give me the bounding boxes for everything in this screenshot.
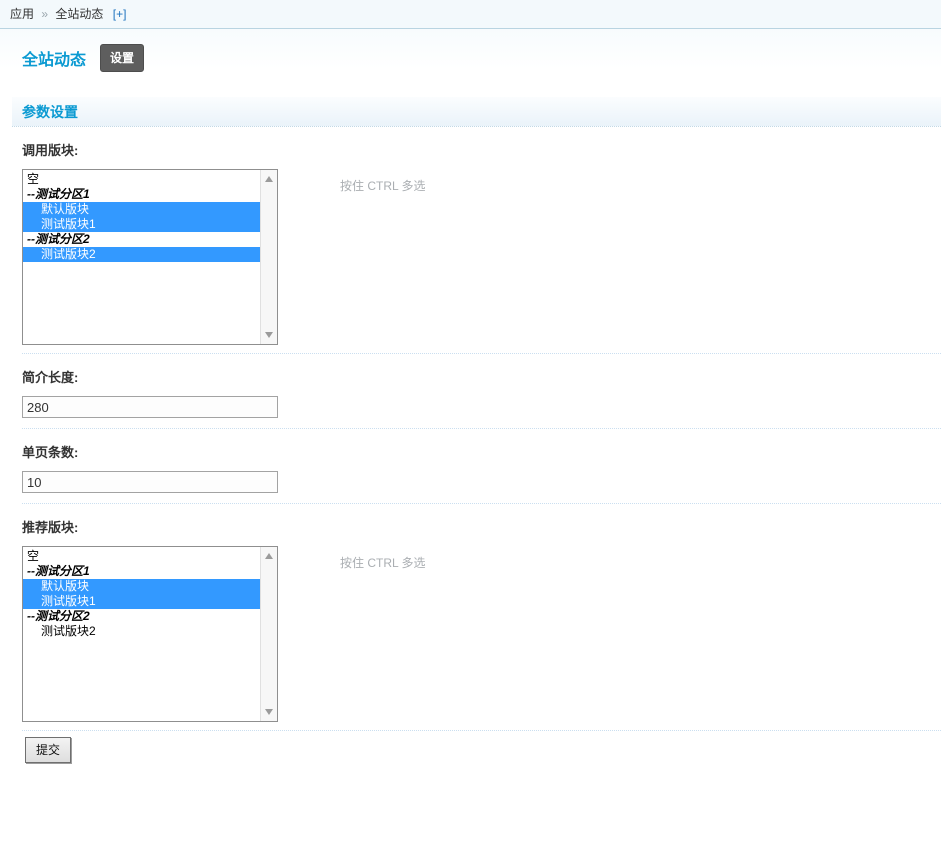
recommend-forums-label: 推荐版块: [22,520,79,535]
scroll-down-icon[interactable] [265,709,273,715]
breadcrumb: 应用 » 全站动态 [+] [0,0,941,29]
submit-row: 提交 [25,731,941,763]
submit-button[interactable]: 提交 [25,737,72,763]
form-row-recommend-forums: 推荐版块: 空 --测试分区1 默认版块 测试版块1 --测试分区2 测试版块2 按住 C… [22,504,941,731]
call-forums-label: 调用版块: [22,143,79,158]
listbox-option[interactable]: 默认版块 [23,579,260,594]
scroll-up-icon[interactable] [265,176,273,182]
breadcrumb-separator: » [41,7,49,21]
settings-panel: 参数设置 调用版块: 空 --测试分区1 默认版块 测试版块1 --测试分区2 测试版块2… [12,97,941,763]
listbox-group-option[interactable]: --测试分区2 [23,609,260,624]
scroll-down-icon[interactable] [265,332,273,338]
per-page-label: 单页条数: [22,445,79,460]
section-header: 参数设置 [12,97,941,127]
settings-button[interactable]: 设置 [100,44,145,72]
listbox-option[interactable]: 测试版块2 [23,624,260,639]
listbox-option[interactable]: 空 [23,549,260,564]
listbox-group-option[interactable]: --测试分区2 [23,232,260,247]
listbox-option[interactable]: 默认版块 [23,202,260,217]
breadcrumb-current: 全站动态 [55,7,104,21]
recommend-forums-listbox[interactable]: 空 --测试分区1 默认版块 测试版块1 --测试分区2 测试版块2 [22,546,278,722]
page-title: 全站动态 [22,52,87,69]
summary-length-label: 简介长度: [22,370,79,385]
listbox-group-option[interactable]: --测试分区1 [23,564,260,579]
call-forums-listbox[interactable]: 空 --测试分区1 默认版块 测试版块1 --测试分区2 测试版块2 [22,169,278,345]
listbox-scrollbar[interactable] [260,170,277,344]
listbox-group-option[interactable]: --测试分区1 [23,187,260,202]
form-row-summary-length: 简介长度: [22,354,941,429]
multiselect-hint: 按住 CTRL 多选 [340,556,426,570]
form-row-call-forums: 调用版块: 空 --测试分区1 默认版块 测试版块1 --测试分区2 测试版块2 按住 C… [22,127,941,354]
listbox-scrollbar[interactable] [260,547,277,721]
summary-length-input[interactable] [22,396,278,418]
per-page-input[interactable] [22,471,278,493]
listbox-option[interactable]: 测试版块2 [23,247,260,262]
listbox-option[interactable]: 测试版块1 [23,594,260,609]
multiselect-hint: 按住 CTRL 多选 [340,179,426,193]
scroll-up-icon[interactable] [265,553,273,559]
listbox-option[interactable]: 测试版块1 [23,217,260,232]
title-bar: 全站动态 设置 [0,29,941,85]
breadcrumb-app-link[interactable]: 应用 [10,7,34,21]
form-row-per-page: 单页条数: [22,429,941,504]
section-title: 参数设置 [22,104,78,120]
listbox-option[interactable]: 空 [23,172,260,187]
breadcrumb-add-link[interactable]: [+] [113,7,127,21]
